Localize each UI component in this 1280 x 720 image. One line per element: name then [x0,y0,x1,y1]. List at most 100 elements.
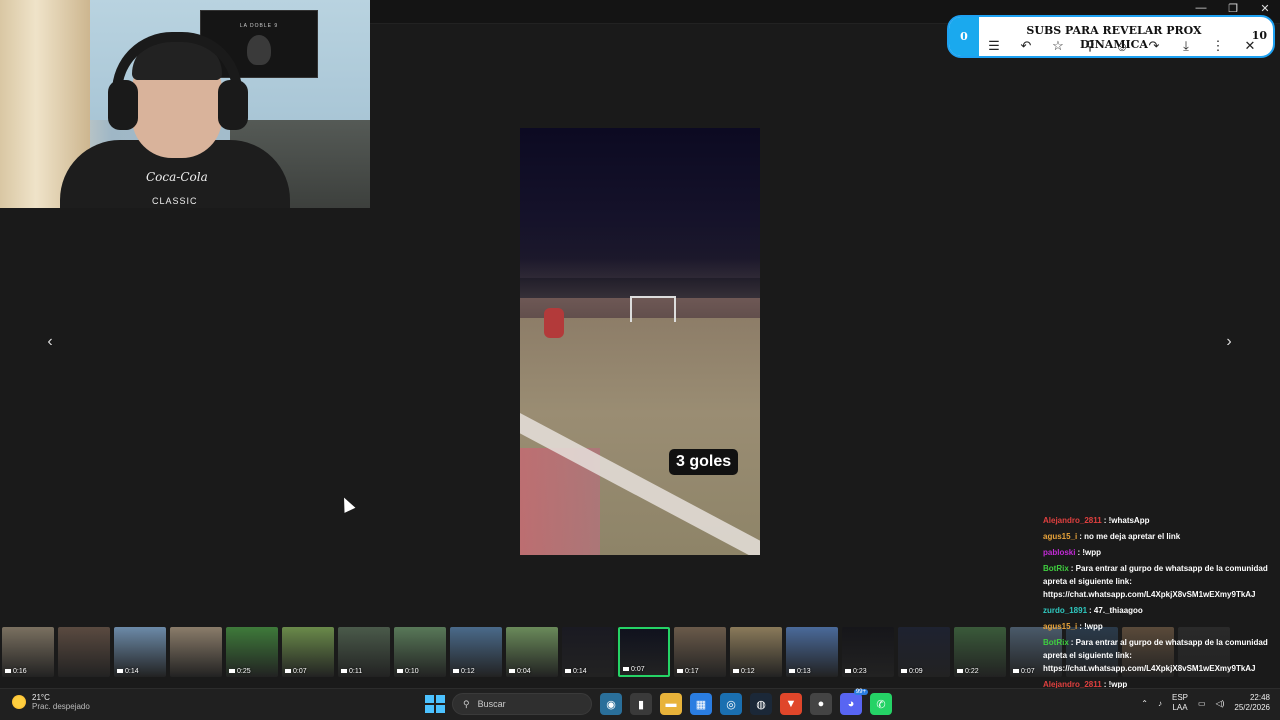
taskview-icon[interactable]: ▮ [630,693,652,715]
minimize-button[interactable]: — [1194,2,1208,15]
media-thumbnail[interactable]: 0:11 [338,627,390,677]
media-thumbnail[interactable]: 0:04 [506,627,558,677]
system-tray: ⌃ ♪ ESP LAA ▭ ◁) 22:48 25/2/2026 [1141,693,1270,713]
prev-media-button[interactable]: ‹ [38,330,62,354]
video-camera-icon [677,669,683,674]
media-thumbnail[interactable]: 0:13 [786,627,838,677]
chat-text: : !whatsApp [1103,516,1150,525]
chat-message: zurdo_1891: 47._thiaagoo [1043,604,1280,617]
forward-icon[interactable]: ↷ [1145,38,1163,54]
video-camera-icon [117,669,123,674]
chat-username[interactable]: zurdo_1891 [1043,606,1087,615]
chat-username[interactable]: Alejandro_2811 [1043,516,1102,525]
shirt-logo: Coca-Cola [146,170,208,184]
chevron-left-icon: ‹ [47,333,53,350]
tray-chevron-icon[interactable]: ⌃ [1141,699,1148,708]
media-thumbnail[interactable]: 0:10 [394,627,446,677]
screen: — ❐ ✕ LA DOBLE 9 Coca-Cola CLASSIC 0 SUB… [0,0,1280,720]
notification-badge: 99+ [853,689,868,695]
thumbnail-duration: 0:12 [733,668,755,675]
language-indicator[interactable]: ESP LAA [1172,693,1188,713]
store-icon[interactable]: ▦ [690,693,712,715]
media-thumbnail[interactable]: 0:07 [618,627,670,677]
media-thumbnail[interactable]: 0:14 [114,627,166,677]
media-thumbnail[interactable]: 0:07 [282,627,334,677]
thumbnail-duration: 0:07 [623,666,645,673]
video-camera-icon [901,669,907,674]
network-icon[interactable]: ▭ [1198,699,1206,708]
reply-icon[interactable]: ↶ [1017,38,1035,54]
more-icon[interactable]: ⋮ [1209,38,1227,54]
media-thumbnail[interactable]: 0:12 [730,627,782,677]
media-viewer-toolbar: ☰ ↶ ☆ ⚲ ☺ ↷ ⤓ ⋮ ✕ [985,38,1259,54]
mic-icon[interactable]: ♪ [1158,699,1162,708]
chat-message: BotRix: Para entrar al gurpo de whatsapp… [1043,562,1280,601]
app-icon[interactable]: ● [810,693,832,715]
brave-icon[interactable]: ▼ [780,693,802,715]
thumbnail-duration: 0:04 [509,668,531,675]
media-thumbnail[interactable] [58,627,110,677]
close-window-button[interactable]: ✕ [1258,2,1272,15]
video-caption: 3 goles [669,449,739,475]
flag-text: LA DOBLE 9 [239,23,279,29]
chat-text: : !wpp [1077,548,1101,557]
media-thumbnail[interactable]: 0:16 [2,627,54,677]
thumbnail-duration: 0:14 [565,668,587,675]
steam-icon[interactable]: ◍ [750,693,772,715]
media-thumbnail[interactable]: 0:22 [954,627,1006,677]
chat-username[interactable]: agus15_i [1043,532,1077,541]
chat-username[interactable]: pabloski [1043,548,1075,557]
download-icon[interactable]: ⤓ [1177,38,1195,54]
media-thumbnail[interactable]: 0:17 [674,627,726,677]
taskbar-search[interactable]: ⚲ Buscar [452,693,592,715]
thumbnail-duration: 0:17 [677,668,699,675]
sub-goal-current: 0 [949,17,979,56]
pin-icon[interactable]: ⚲ [1081,38,1099,54]
media-thumbnail[interactable]: 0:12 [450,627,502,677]
whatsapp-icon[interactable]: ✆ [870,693,892,715]
star-icon[interactable]: ☆ [1049,38,1067,54]
chat-text: : 47._thiaagoo [1089,606,1143,615]
volume-icon[interactable]: ◁) [1216,699,1225,708]
chat-message: agus15_i: no me deja apretar el link [1043,530,1280,543]
caption-icon[interactable]: ☰ [985,38,1003,54]
chat-message: pabloski: !wpp [1043,546,1280,559]
media-thumbnail[interactable] [170,627,222,677]
video-camera-icon [229,669,235,674]
copilot-icon[interactable]: ◉ [600,693,622,715]
video-camera-icon [453,669,459,674]
thumbnail-duration: 0:25 [229,668,251,675]
discord-icon[interactable]: ◕ 99+ [840,689,868,715]
chat-username[interactable]: BotRix [1043,564,1069,573]
webcam-overlay: LA DOBLE 9 Coca-Cola CLASSIC [0,0,370,208]
chat-username[interactable]: agus15_i [1043,622,1077,631]
weather-sun-icon [12,695,26,709]
media-thumbnail[interactable]: 0:23 [842,627,894,677]
search-icon: ⚲ [463,698,470,709]
media-thumbnail[interactable]: 0:25 [226,627,278,677]
thumbnail-duration: 0:23 [845,668,867,675]
weather-temp: 21°C [32,693,50,702]
weather-widget[interactable]: 21°C Prac. despejado [12,693,90,711]
explorer-icon[interactable]: ▬ [660,693,682,715]
mouse-cursor-icon [338,495,356,513]
video-camera-icon [845,669,851,674]
chat-username[interactable]: BotRix [1043,638,1069,647]
chat-text: : !wpp [1079,622,1103,631]
video-camera-icon [957,669,963,674]
media-video[interactable] [520,128,760,555]
clock[interactable]: 22:48 25/2/2026 [1234,693,1270,713]
thumbnail-duration: 0:10 [397,668,419,675]
media-thumbnail[interactable]: 0:09 [898,627,950,677]
edge-icon[interactable]: ◎ [720,693,742,715]
start-button[interactable] [424,694,445,714]
close-icon[interactable]: ✕ [1241,38,1259,54]
thumbnail-duration: 0:14 [117,668,139,675]
restore-button[interactable]: ❐ [1226,2,1240,15]
chevron-right-icon: › [1226,333,1232,350]
next-media-button[interactable]: › [1217,330,1241,354]
emoji-icon[interactable]: ☺ [1113,38,1131,54]
video-camera-icon [5,669,11,674]
video-camera-icon [565,669,571,674]
media-thumbnail[interactable]: 0:14 [562,627,614,677]
